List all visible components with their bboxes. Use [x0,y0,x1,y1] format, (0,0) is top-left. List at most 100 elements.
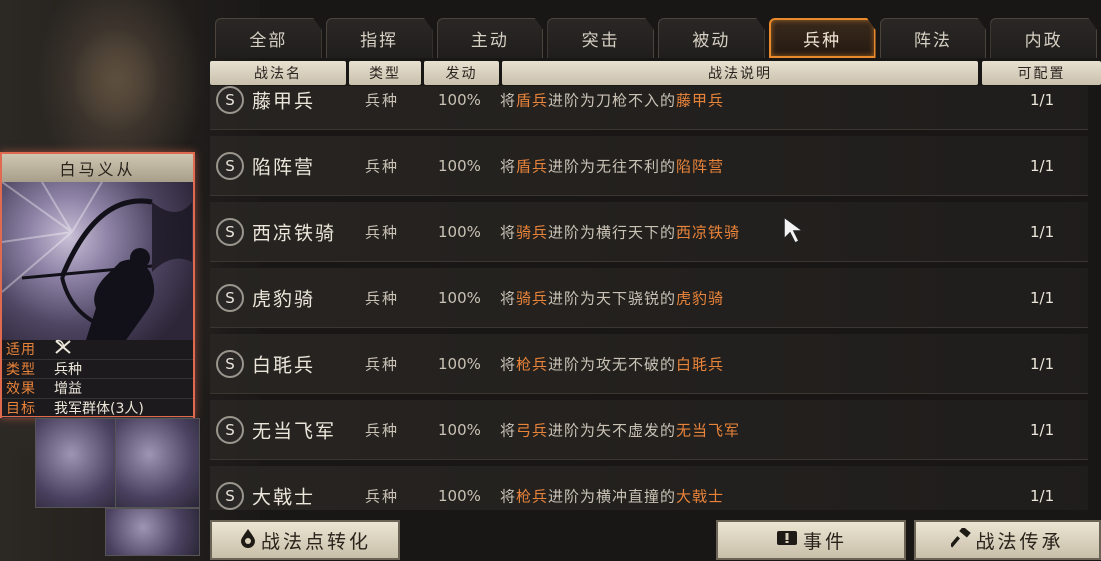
desc-segment: 白毦兵 [676,355,725,373]
crossed-weapons-icon [50,339,72,359]
inherit-tactic-button[interactable]: 战法传承 [914,520,1101,560]
info-key: 适用 [6,342,36,359]
card-illustration [2,182,193,340]
card-info-row: 目标 我军群体(3人) [2,399,193,418]
hammer-icon [950,525,972,553]
tactic-description: 将枪兵进阶为攻无不破的白毦兵 [500,353,724,374]
desc-segment: 进阶为矢不虚发的 [548,421,677,439]
table-row[interactable]: S 西凉铁骑 兵种 100% 将骑兵进阶为横行天下的西凉铁骑 1/1 [210,202,1088,262]
tactic-type: 兵种 [365,289,400,307]
header-desc: 战法说明 [502,61,978,85]
rank-badge-icon: S [216,151,244,180]
table-row[interactable]: S 虎豹骑 兵种 100% 将骑兵进阶为天下骁锐的虎豹骑 1/1 [210,268,1088,328]
header-config[interactable]: 可配置 [982,61,1101,85]
info-key: 类型 [6,361,36,378]
rank-badge-icon: S [216,217,244,246]
desc-segment: 枪兵 [516,355,549,373]
tactic-rate: 100% [438,486,481,505]
desc-segment: 西凉铁骑 [676,223,741,241]
info-value: 我军群体(3人) [54,400,144,417]
tab-4[interactable]: 被动 [658,18,765,58]
tactic-name: 虎豹骑 [252,288,316,310]
desc-segment: 无当飞军 [676,421,741,439]
alert-scroll-icon [775,529,799,552]
tactic-description: 将盾兵进阶为刀枪不入的藤甲兵 [500,89,724,110]
card-info-row: 适用 [2,340,193,360]
tab-1[interactable]: 指挥 [325,18,433,58]
desc-segment: 枪兵 [516,487,549,505]
tactic-type: 兵种 [365,223,400,241]
selected-tactic-card[interactable]: 白马义从 适用类型 兵种效果 增益目标 我军群体(3人) [0,152,195,418]
tactic-config-count: 1/1 [1030,354,1055,373]
info-key: 目标 [6,400,36,417]
desc-segment: 将 [500,223,517,241]
tactic-name: 无当飞军 [252,420,337,442]
desc-segment: 盾兵 [516,91,549,109]
desc-segment: 进阶为攻无不破的 [548,355,677,373]
tactic-rate: 100% [438,420,481,439]
table-row[interactable]: S 藤甲兵 兵种 100% 将盾兵进阶为刀枪不入的藤甲兵 1/1 [210,86,1088,130]
tactic-description: 将枪兵进阶为横冲直撞的大戟士 [500,485,724,506]
info-value: 增益 [54,381,82,398]
tactic-rate: 100% [438,288,481,307]
desc-segment: 进阶为横冲直撞的 [548,487,677,505]
tab-5[interactable]: 兵种 [768,18,876,58]
card-info-row: 效果 增益 [2,379,193,399]
tactic-name: 藤甲兵 [252,90,316,112]
rank-badge-icon: S [216,86,244,114]
card-stack [35,418,200,558]
header-type[interactable]: 类型 [349,61,421,85]
stacked-card [35,418,125,508]
tactic-description: 将骑兵进阶为横行天下的西凉铁骑 [500,221,740,242]
tab-6[interactable]: 阵法 [879,18,987,58]
tactic-description: 将盾兵进阶为无往不利的陷阵营 [500,155,724,176]
rank-badge-icon: S [216,481,244,510]
tactic-type: 兵种 [365,157,400,175]
rank-badge-icon: S [216,349,244,378]
desc-segment: 将 [500,355,517,373]
rank-badge-icon: S [216,415,244,444]
tactics-list[interactable]: S 藤甲兵 兵种 100% 将盾兵进阶为刀枪不入的藤甲兵 1/1 S 陷阵营 兵种 100% 将盾兵… [210,86,1101,510]
tab-0[interactable]: 全部 [215,18,322,58]
desc-segment: 将 [500,157,517,175]
desc-segment: 进阶为横行天下的 [548,223,677,241]
desc-segment: 将 [500,289,517,307]
tactic-description: 将弓兵进阶为矢不虚发的无当飞军 [500,419,740,440]
info-key: 效果 [6,381,36,398]
desc-segment: 进阶为刀枪不入的 [548,91,677,109]
table-row[interactable]: S 无当飞军 兵种 100% 将弓兵进阶为矢不虚发的无当飞军 1/1 [210,400,1088,460]
desc-segment: 进阶为天下骁锐的 [548,289,677,307]
tactic-config-count: 1/1 [1030,420,1055,439]
tactic-config-count: 1/1 [1030,288,1055,307]
category-tabs: 全部 指挥 主动 突击 被动 兵种 阵法 内政 [215,18,1101,58]
tactic-config-count: 1/1 [1030,156,1055,175]
tactic-config-count: 1/1 [1030,222,1055,241]
inherit-label: 战法传承 [975,530,1064,553]
tactic-rate: 100% [438,222,481,241]
tactic-rate: 100% [438,90,481,109]
tactic-rate: 100% [438,156,481,175]
desc-segment: 骑兵 [516,223,549,241]
table-row[interactable]: S 陷阵营 兵种 100% 将盾兵进阶为无往不利的陷阵营 1/1 [210,136,1088,196]
tab-7[interactable]: 内政 [990,18,1097,58]
desc-segment: 盾兵 [516,157,549,175]
desc-segment: 进阶为无往不利的 [548,157,677,175]
tab-2[interactable]: 主动 [436,18,544,58]
stacked-card [115,418,200,508]
tactic-name: 西凉铁骑 [252,222,337,244]
table-row[interactable]: S 白毦兵 兵种 100% 将枪兵进阶为攻无不破的白毦兵 1/1 [210,334,1088,394]
card-info-row: 类型 兵种 [2,360,193,379]
event-button[interactable]: 事件 [716,520,906,560]
card-title: 白马义从 [2,154,193,182]
info-value: 兵种 [54,361,82,378]
header-name[interactable]: 战法名 [210,61,346,85]
convert-tactic-points-button[interactable]: 战法点转化 [210,520,400,560]
tab-3[interactable]: 突击 [547,18,654,58]
tactic-type: 兵种 [365,91,400,109]
desc-segment: 将 [500,421,517,439]
header-rate[interactable]: 发动 [424,61,499,85]
mouse-cursor-icon [782,215,808,249]
convert-label: 战法点转化 [260,530,371,553]
table-row[interactable]: S 大戟士 兵种 100% 将枪兵进阶为横冲直撞的大戟士 1/1 [210,466,1088,510]
tactic-description: 将骑兵进阶为天下骁锐的虎豹骑 [500,287,724,308]
